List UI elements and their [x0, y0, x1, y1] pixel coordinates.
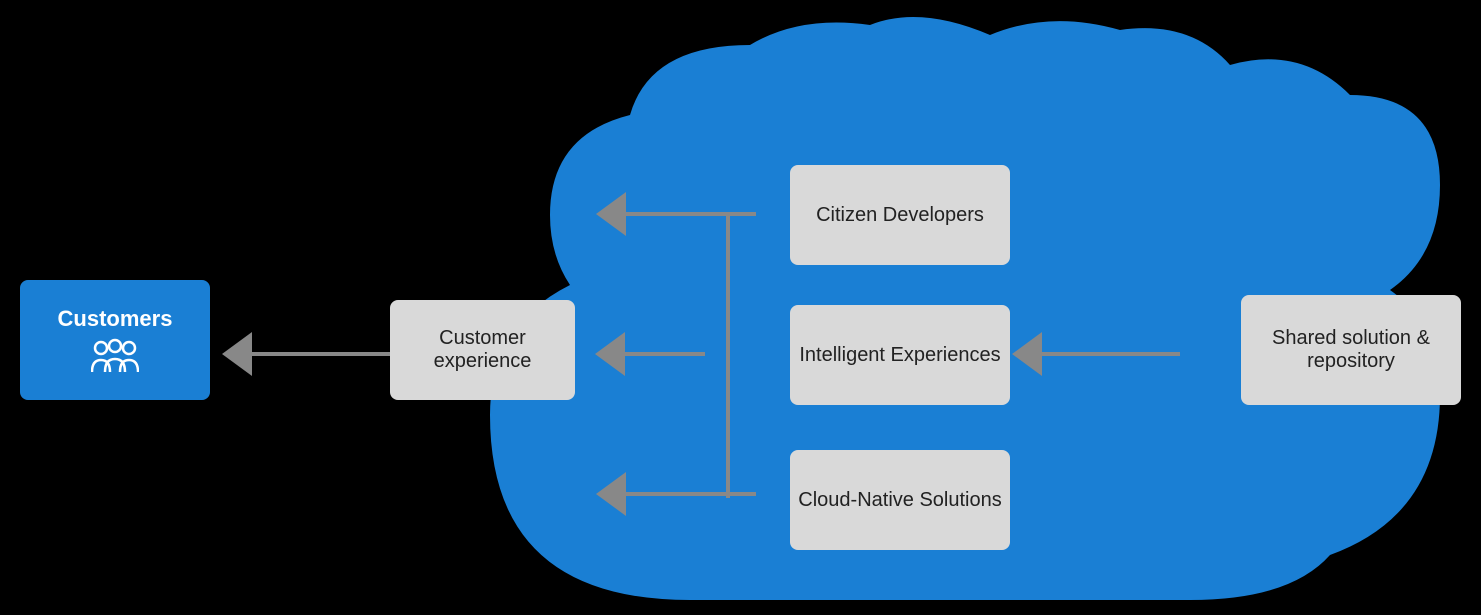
customers-icon [91, 338, 139, 374]
intelligent-label: Intelligent Experiences [799, 344, 1000, 367]
shared-label: Shared solution & repository [1241, 327, 1461, 373]
customers-box: Customers [20, 280, 210, 400]
arrow-intelligent-shared [1012, 332, 1180, 376]
arrowhead-left-1 [222, 332, 252, 376]
arrowhead-left-4 [596, 472, 626, 516]
diagram-container: Customers Customer experience [0, 0, 1481, 615]
line-to-cloudnative [626, 492, 756, 496]
arrow-cx-citizen [596, 192, 756, 236]
line-cx-intel [625, 352, 705, 356]
line-customers-cx [252, 352, 400, 356]
line-to-citizen [626, 212, 756, 216]
citizen-label: Citizen Developers [816, 204, 984, 227]
cx-label: Customer experience [390, 327, 575, 373]
shared-box: Shared solution & repository [1241, 295, 1461, 405]
citizen-box: Citizen Developers [790, 165, 1010, 265]
arrowhead-left-5 [1012, 332, 1042, 376]
cx-box: Customer experience [390, 300, 575, 400]
cloudnative-label: Cloud-Native Solutions [798, 489, 1001, 512]
arrow-cx-intelligent [595, 332, 705, 376]
intelligent-box: Intelligent Experiences [790, 305, 1010, 405]
arrowhead-left-3 [596, 192, 626, 236]
arrow-cx-cloudnative [596, 472, 756, 516]
arrow-customers-cx [222, 332, 400, 376]
line-intel-shared [1042, 352, 1180, 356]
arrowhead-left-2 [595, 332, 625, 376]
customers-label: Customers [58, 306, 173, 332]
cloudnative-box: Cloud-Native Solutions [790, 450, 1010, 550]
line-vertical-cloud [726, 212, 730, 498]
